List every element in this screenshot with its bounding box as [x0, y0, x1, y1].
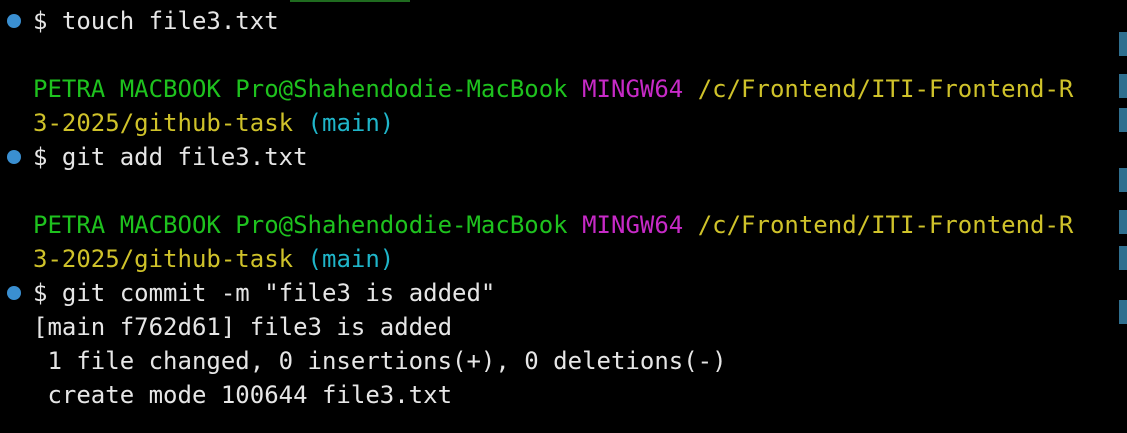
command-text: touch file3.txt [61, 7, 279, 35]
command-line-git-add: $ git add file3.txt [33, 140, 308, 174]
prompt-branch: (main) [307, 109, 395, 137]
output-change-stats: 1 file changed, 0 insertions(+), 0 delet… [33, 347, 727, 375]
command-status-marker-icon[interactable] [7, 150, 21, 164]
scroll-position-icon [1119, 168, 1127, 192]
command-text: git add file3.txt [61, 143, 308, 171]
prompt-path-rest: 3-2025/github-task [33, 109, 294, 137]
command-line-git-commit: $ git commit -m "file3 is added" [33, 276, 495, 310]
prompt-path: /c/Frontend/ITI-Frontend-R [697, 211, 1074, 239]
terminal-scrollbar[interactable] [1117, 0, 1127, 433]
scroll-position-icon [1119, 32, 1127, 56]
prompt-symbol: $ [33, 279, 62, 307]
prompt-user: PETRA MACBOOK Pro [33, 75, 279, 103]
scroll-position-icon [1119, 300, 1127, 324]
scroll-position-icon [1119, 246, 1127, 270]
prompt-branch: (main) [307, 245, 395, 273]
command-text: git commit -m "file3 is added" [61, 279, 496, 307]
prompt-at: @ [278, 211, 294, 239]
output-create-mode: create mode 100644 file3.txt [33, 381, 453, 409]
prompt-path-continuation: 3-2025/github-task (main) [33, 106, 394, 140]
prompt-header: PETRA MACBOOK Pro@Shahendodie-MacBook MI… [33, 208, 1073, 242]
command-line-touch: $ touch file3.txt [33, 4, 279, 38]
prompt-path: /c/Frontend/ITI-Frontend-R [697, 75, 1074, 103]
command-status-marker-icon[interactable] [7, 286, 21, 300]
prompt-host: Shahendodie-MacBook [293, 211, 568, 239]
previous-line-edge [290, 0, 410, 2]
prompt-system: MINGW64 [582, 211, 684, 239]
terminal-output[interactable]: $ touch file3.txt PETRA MACBOOK Pro@Shah… [0, 0, 1117, 433]
prompt-path-rest: 3-2025/github-task [33, 245, 294, 273]
command-status-marker-icon[interactable] [7, 14, 21, 28]
prompt-symbol: $ [33, 7, 62, 35]
prompt-user: PETRA MACBOOK Pro [33, 211, 279, 239]
scroll-position-icon [1119, 74, 1127, 98]
prompt-host: Shahendodie-MacBook [293, 75, 568, 103]
prompt-path-continuation: 3-2025/github-task (main) [33, 242, 394, 276]
prompt-system: MINGW64 [582, 75, 684, 103]
prompt-header: PETRA MACBOOK Pro@Shahendodie-MacBook MI… [33, 72, 1073, 106]
scroll-position-icon [1119, 210, 1127, 234]
scroll-position-icon [1119, 108, 1127, 132]
prompt-symbol: $ [33, 143, 62, 171]
prompt-at: @ [278, 75, 294, 103]
output-commit-summary: [main f762d61] file3 is added [33, 313, 453, 341]
